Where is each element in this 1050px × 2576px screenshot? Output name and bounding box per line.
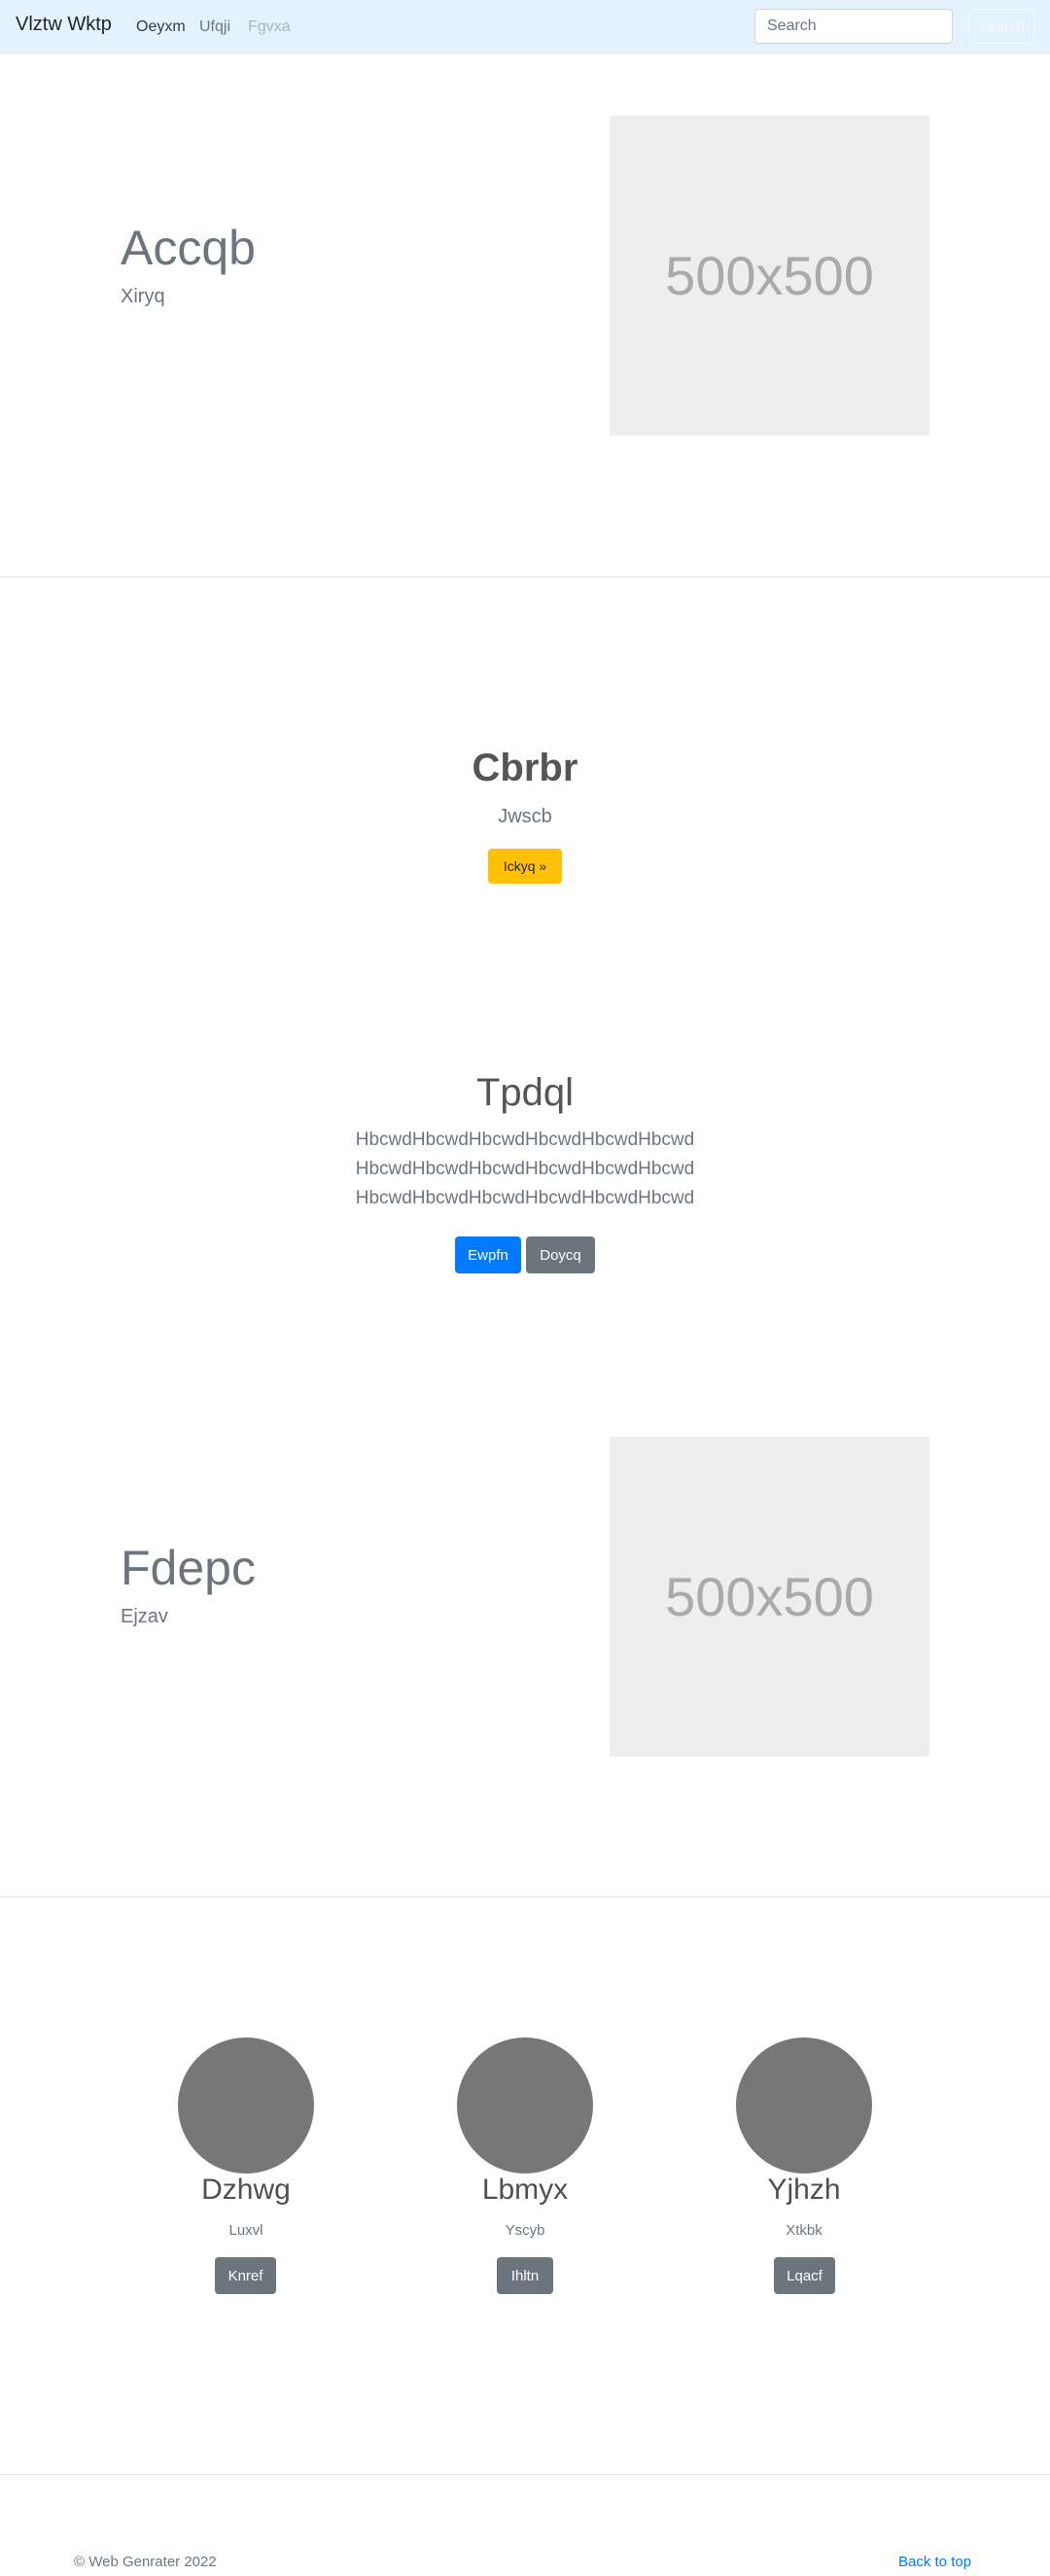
feature1-placeholder-image: 500x500	[610, 116, 929, 435]
navbar-brand[interactable]: Vlztw Wktp	[16, 14, 112, 36]
hero-title: Cbrbr	[472, 747, 578, 789]
footer-divider	[0, 2474, 1050, 2475]
column-subtitle: Luxvl	[228, 2222, 263, 2239]
nav-link-oeyxm[interactable]: Oeyxm	[136, 18, 186, 36]
column-subtitle: Xtkbk	[786, 2222, 822, 2239]
hero-button[interactable]: Ickyq »	[488, 849, 562, 884]
intro-line-2: HbcwdHbcwdHbcwdHbcwdHbcwdHbcwd	[355, 1159, 695, 1179]
search-button[interactable]: Search	[968, 9, 1034, 44]
column-subtitle: Yscyb	[505, 2222, 545, 2239]
feature1-title: Accqb	[121, 221, 256, 275]
column-name: Dzhwg	[201, 2174, 291, 2206]
hero-subtitle: Jwscb	[498, 806, 552, 827]
section-divider	[0, 576, 1050, 577]
column-name: Yjhzh	[767, 2174, 841, 2206]
nav-link-fgvxa: Fgvxa	[248, 18, 291, 35]
avatar	[178, 2037, 314, 2174]
navbar: Vlztw Wktp Oeyxm Ufqji Fgvxa Search	[0, 0, 1050, 54]
feature2-placeholder-image: 500x500	[610, 1437, 929, 1757]
intro-line-3: HbcwdHbcwdHbcwdHbcwdHbcwdHbcwd	[355, 1188, 695, 1208]
column-name: Lbmyx	[481, 2174, 569, 2206]
column-button-knref[interactable]: Knref	[215, 2257, 276, 2294]
search-input[interactable]	[754, 9, 953, 44]
nav-link-ufqji[interactable]: Ufqji	[199, 18, 230, 36]
column-button-lqacf[interactable]: Lqacf	[774, 2257, 835, 2294]
avatar	[736, 2037, 872, 2174]
feature2-subtitle: Ejzav	[121, 1606, 168, 1627]
footer-copyright: © Web Genrater 2022	[74, 2554, 217, 2570]
column-button-ihltn[interactable]: Ihltn	[497, 2257, 553, 2294]
intro-secondary-button[interactable]: Doycq	[526, 1236, 595, 1273]
feature1-subtitle: Xiryq	[121, 286, 165, 307]
back-to-top-link[interactable]: Back to top	[898, 2554, 971, 2570]
intro-primary-button[interactable]: Ewpfn	[455, 1236, 521, 1273]
intro-title: Tpdql	[475, 1071, 575, 1114]
avatar	[457, 2037, 593, 2174]
intro-line-1: HbcwdHbcwdHbcwdHbcwdHbcwdHbcwd	[355, 1130, 695, 1150]
feature2-title: Fdepc	[121, 1541, 256, 1595]
